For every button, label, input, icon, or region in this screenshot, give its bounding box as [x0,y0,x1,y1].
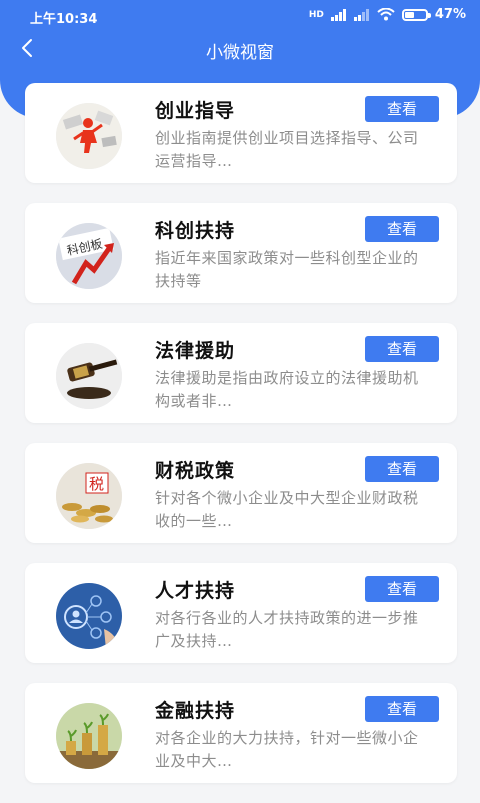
view-button[interactable]: 查看 [365,336,439,362]
title-bar: 小微视窗 [0,32,480,66]
tax-image: 税 [56,463,122,529]
battery-level-fill [404,11,414,18]
wifi-icon [377,8,395,21]
item-title: 科创扶持 [155,220,236,242]
item-title: 金融扶持 [155,700,236,722]
view-button[interactable]: 查看 [365,216,439,242]
status-icons: HD 47% [309,7,466,22]
item-description: 针对各个微小企业及中大型企业财政税收的一些… [155,489,419,530]
item-title: 创业指导 [155,100,236,122]
status-time: 上午10:34 [30,12,98,27]
list-item-innovation[interactable]: 科创板 科创扶持 指近年来国家政策对一些科创型企业的扶持等 查看 [25,203,457,303]
battery-percent: 47% [434,7,466,22]
network-type: HD [308,9,324,20]
entrepreneur-image [56,103,122,169]
list-item-finance-support[interactable]: 金融扶持 对各企业的大力扶持，针对一些微小企业及中大… 查看 [25,683,457,783]
service-list: 创业指导 创业指南提供创业项目选择指导、公司运营指导… 查看 科创板 科创扶持 … [25,83,457,803]
view-button[interactable]: 查看 [365,96,439,122]
talent-image [56,583,122,649]
view-button[interactable]: 查看 [365,696,439,722]
battery-icon [401,8,431,21]
item-description: 指近年来国家政策对一些科创型企业的扶持等 [155,249,419,290]
tax-image-text: 税 [89,475,104,493]
item-title: 财税政策 [155,460,236,482]
item-description: 法律援助是指由政府设立的法律援助机构或者非… [155,369,419,410]
signal-icon [330,8,346,21]
item-title: 法律援助 [155,340,236,362]
view-button[interactable]: 查看 [365,576,439,602]
list-item-tax-policy[interactable]: 税 财税政策 针对各个微小企业及中大型企业财政税收的一些… 查看 [25,443,457,543]
innovation-image: 科创板 [56,223,122,289]
item-description: 对各企业的大力扶持，针对一些微小企业及中大… [155,729,419,770]
item-title: 人才扶持 [155,580,236,602]
item-description: 创业指南提供创业项目选择指导、公司运营指导… [155,129,419,170]
list-item-talent-support[interactable]: 人才扶持 对各行各业的人才扶持政策的进一步推广及扶持… 查看 [25,563,457,663]
page-title: 小微视窗 [206,43,274,63]
view-button[interactable]: 查看 [365,456,439,482]
item-description: 对各行各业的人才扶持政策的进一步推广及扶持… [155,609,419,650]
status-bar: 上午10:34 HD 47% [0,0,480,32]
list-item-legal-aid[interactable]: 法律援助 法律援助是指由政府设立的法律援助机构或者非… 查看 [25,323,457,423]
finance-image [56,703,122,769]
list-item-entrepreneurship[interactable]: 创业指导 创业指南提供创业项目选择指导、公司运营指导… 查看 [25,83,457,183]
gavel-image [56,343,122,409]
signal-icon-2 [353,8,369,21]
